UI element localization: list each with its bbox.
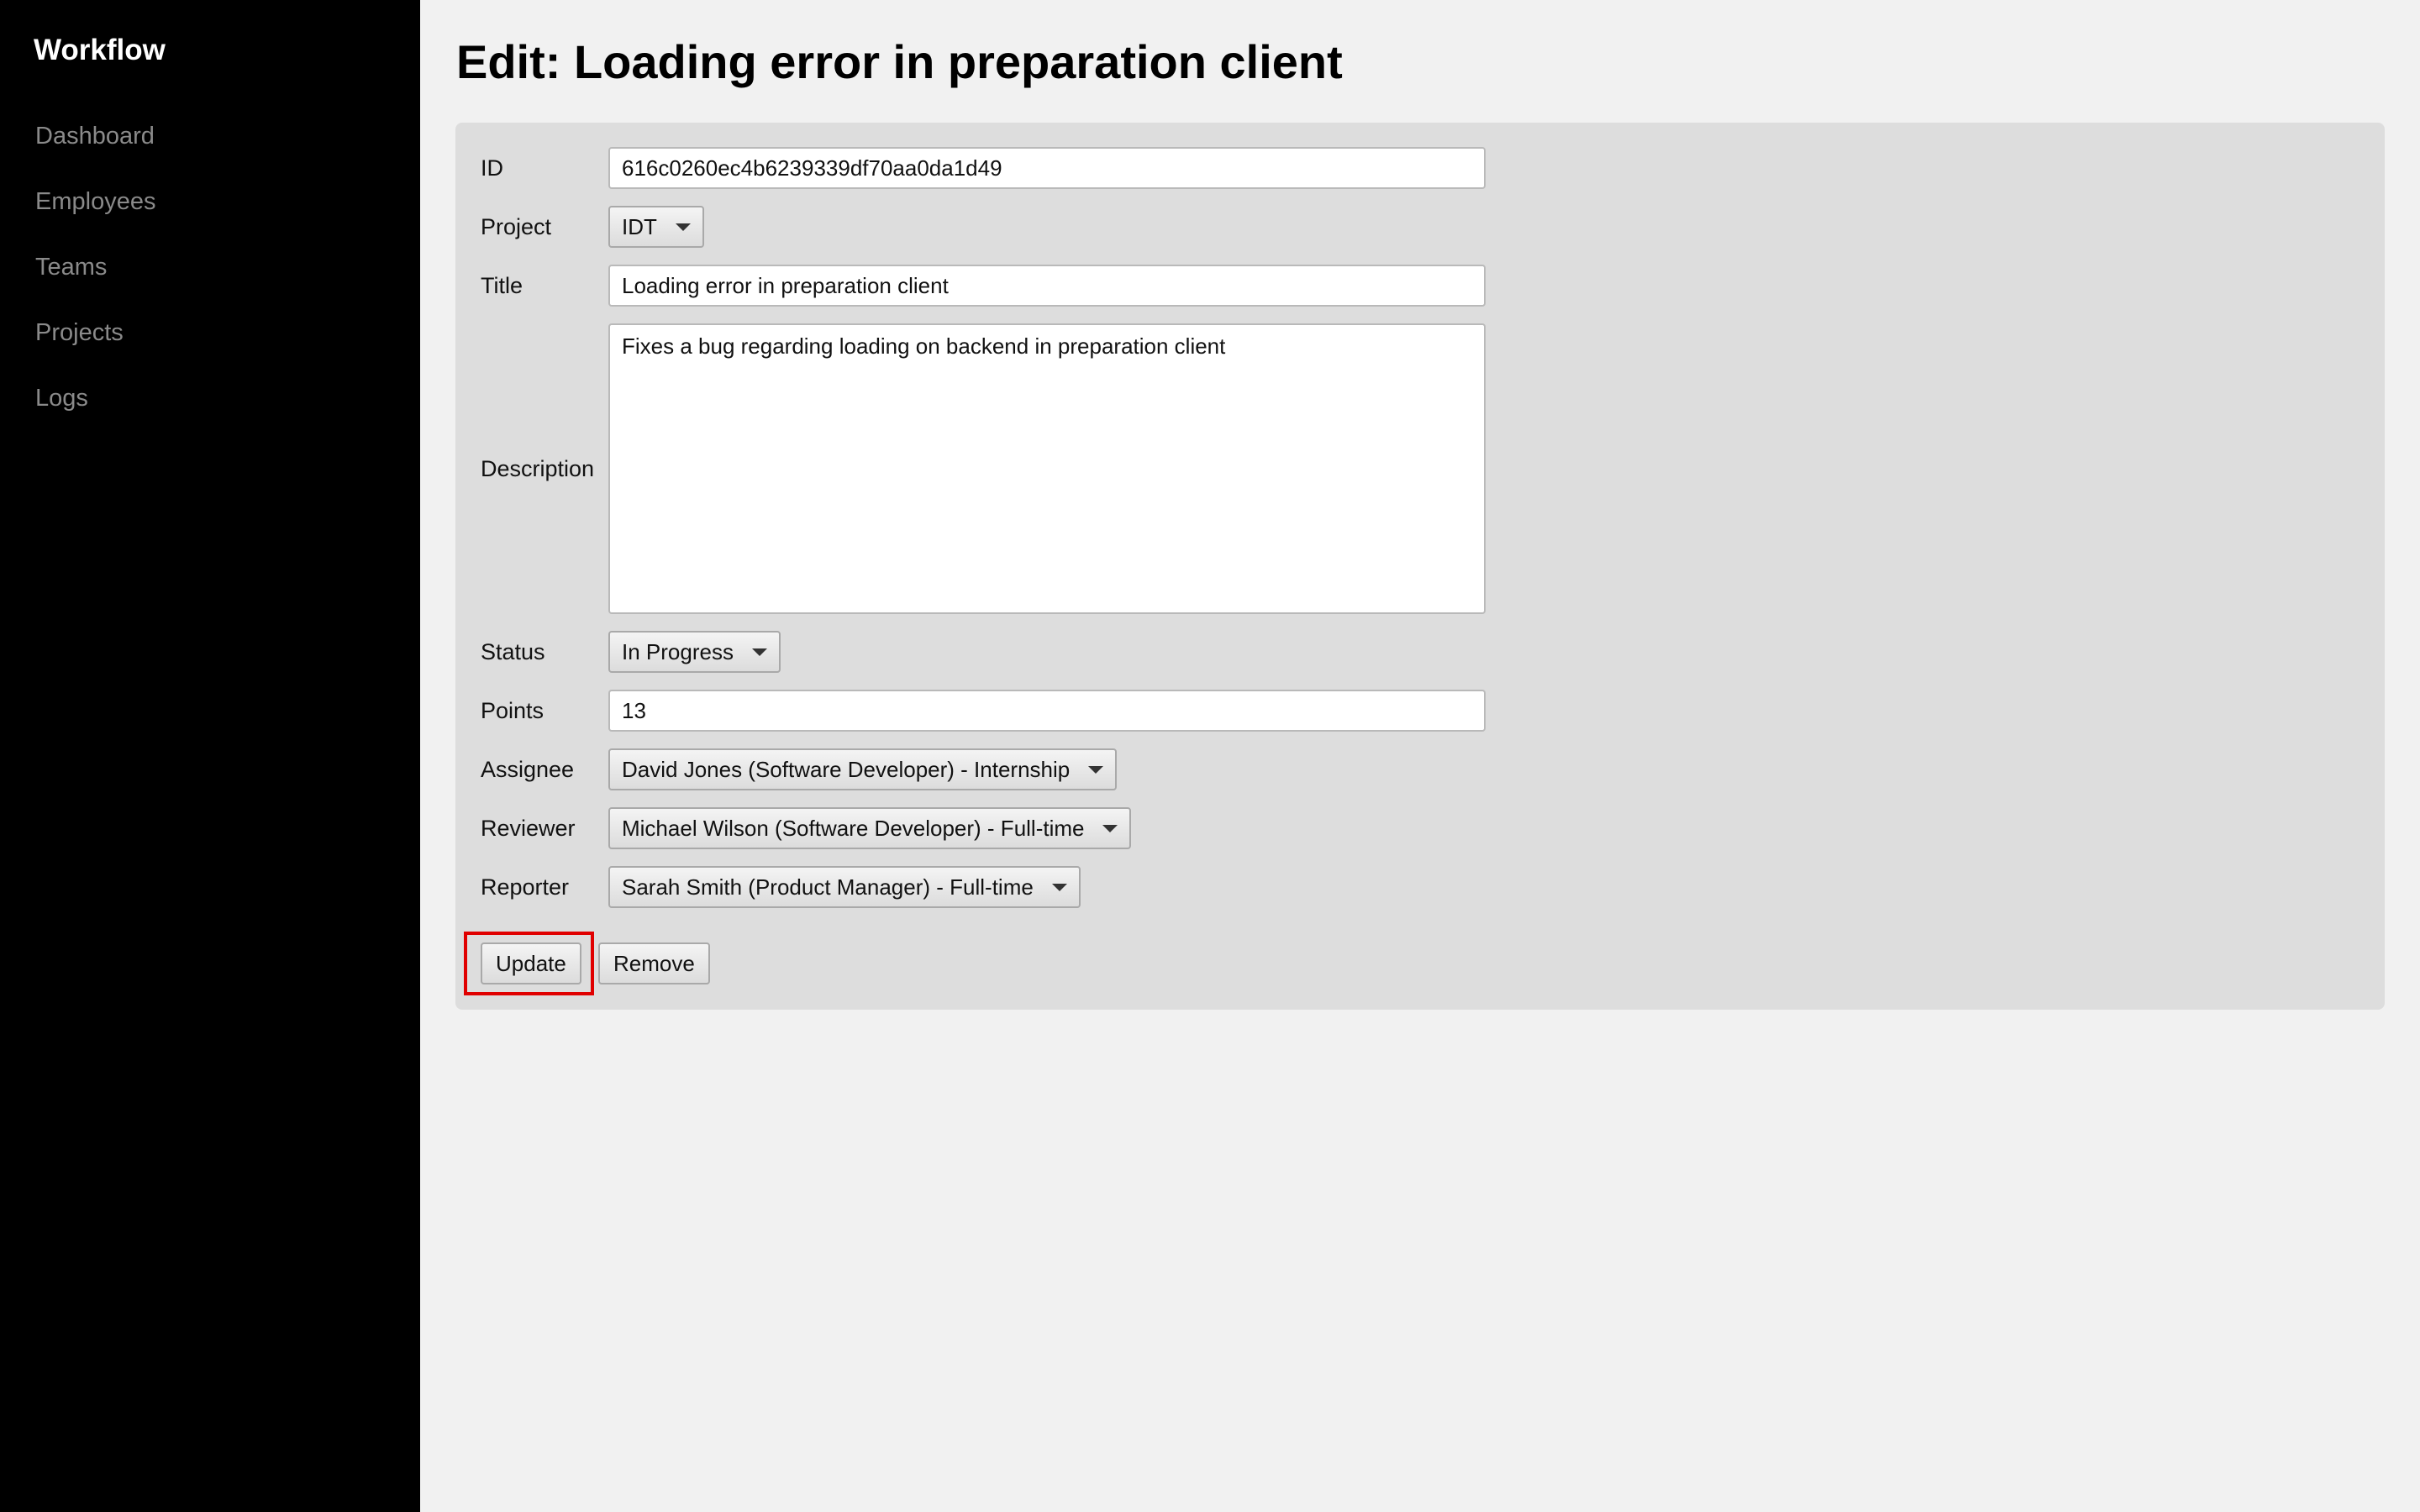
reviewer-label: Reviewer — [481, 815, 576, 841]
sidebar-item-projects[interactable]: Projects — [35, 314, 155, 380]
title-row: Title — [481, 265, 1489, 307]
assignee-select[interactable]: David Jones (Software Developer) - Inter… — [608, 748, 1118, 790]
assignee-row: Assignee David Jones (Software Developer… — [481, 748, 1489, 790]
sidebar-nav: Dashboard Employees Teams Projects Logs — [35, 118, 155, 445]
page-title: Edit: Loading error in preparation clien… — [456, 35, 1343, 88]
chevron-down-icon — [1051, 883, 1067, 891]
sidebar-item-logs[interactable]: Logs — [35, 380, 155, 445]
chevron-down-icon — [1102, 824, 1118, 832]
id-input[interactable] — [608, 147, 1486, 189]
status-select-value: In Progress — [622, 638, 734, 664]
reporter-select-value: Sarah Smith (Product Manager) - Full-tim… — [622, 874, 1034, 900]
assignee-label: Assignee — [481, 756, 575, 782]
chevron-down-icon — [1088, 765, 1104, 774]
points-input[interactable] — [608, 690, 1486, 732]
chevron-down-icon — [751, 648, 767, 656]
points-label: Points — [481, 697, 544, 723]
project-select[interactable]: IDT — [608, 206, 704, 248]
assignee-select-value: David Jones (Software Developer) - Inter… — [622, 756, 1071, 782]
update-button[interactable]: Update — [481, 942, 581, 984]
title-label: Title — [481, 272, 523, 298]
reporter-label: Reporter — [481, 874, 570, 900]
points-row: Points — [481, 690, 1489, 732]
project-select-value: IDT — [622, 213, 657, 239]
sidebar-item-dashboard[interactable]: Dashboard — [35, 118, 155, 183]
status-label: Status — [481, 638, 545, 664]
description-textarea[interactable]: Fixes a bug regarding loading on backend… — [608, 323, 1486, 614]
edit-form-panel: ID Project IDT Title Description Fixes a… — [455, 123, 2385, 1010]
chevron-down-icon — [675, 223, 691, 231]
id-label: ID — [481, 155, 503, 181]
reporter-select[interactable]: Sarah Smith (Product Manager) - Full-tim… — [608, 866, 1081, 908]
id-row: ID — [481, 147, 1489, 189]
main-content: Edit: Loading error in preparation clien… — [420, 0, 2420, 1512]
description-row: Description Fixes a bug regarding loadin… — [481, 323, 1489, 614]
project-label: Project — [481, 213, 552, 239]
reviewer-select[interactable]: Michael Wilson (Software Developer) - Fu… — [608, 807, 1132, 849]
reporter-row: Reporter Sarah Smith (Product Manager) -… — [481, 866, 1489, 908]
project-row: Project IDT — [481, 206, 1489, 248]
sidebar: Workflow Dashboard Employees Teams Proje… — [0, 0, 420, 1512]
sidebar-item-teams[interactable]: Teams — [35, 249, 155, 314]
description-label: Description — [481, 455, 595, 481]
reviewer-select-value: Michael Wilson (Software Developer) - Fu… — [622, 815, 1085, 841]
status-row: Status In Progress — [481, 631, 1489, 673]
title-input[interactable] — [608, 265, 1486, 307]
brand-logo[interactable]: Workflow — [34, 32, 166, 69]
status-select[interactable]: In Progress — [608, 631, 781, 673]
reviewer-row: Reviewer Michael Wilson (Software Develo… — [481, 807, 1489, 849]
sidebar-item-employees[interactable]: Employees — [35, 183, 155, 249]
remove-button[interactable]: Remove — [598, 942, 710, 984]
